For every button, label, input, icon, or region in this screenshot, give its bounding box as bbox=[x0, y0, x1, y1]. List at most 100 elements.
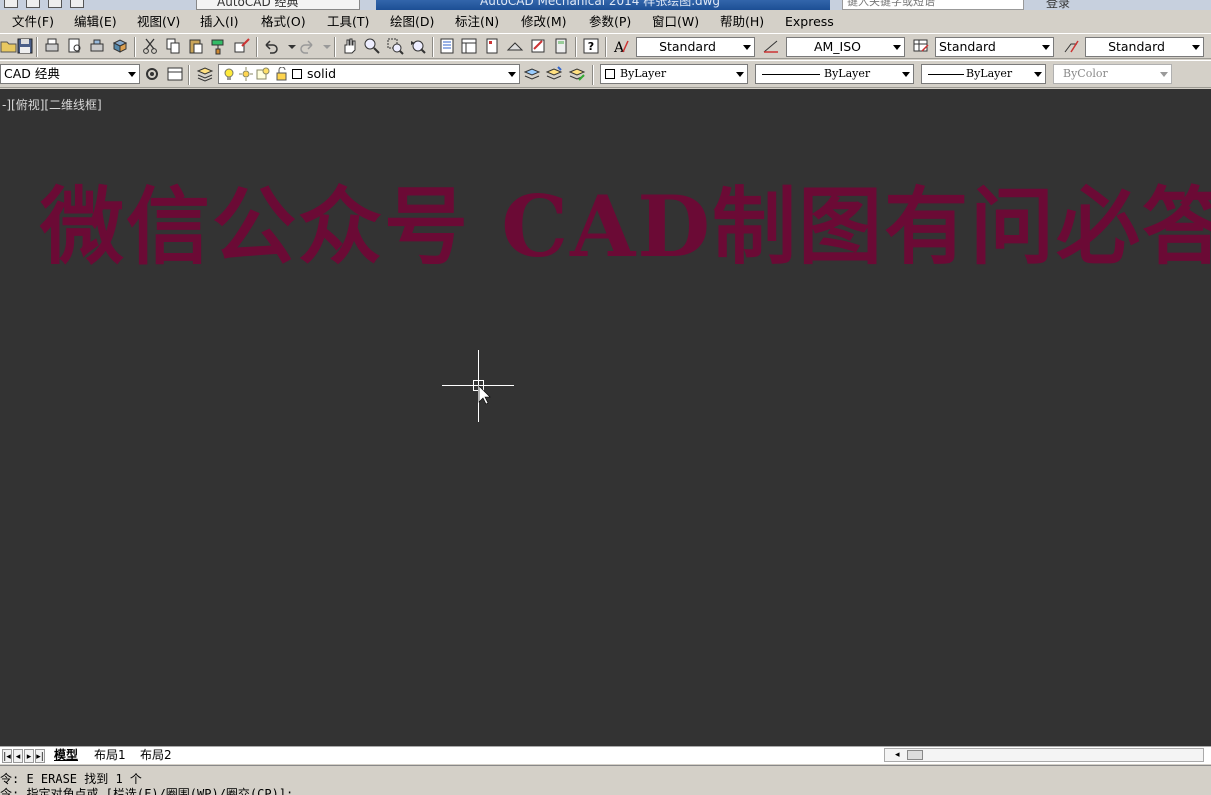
login-link[interactable]: 登录 bbox=[1046, 0, 1070, 10]
menu-tools[interactable]: 工具(T) bbox=[327, 14, 369, 30]
crosshair-cursor bbox=[442, 350, 514, 422]
drawing-canvas[interactable]: -][俯视][二维线框] 微信公众号 CAD制图有问必答 bbox=[0, 89, 1211, 746]
plotstyle-control-select: ByColor bbox=[1053, 64, 1172, 84]
prev-tab-icon[interactable]: ◂ bbox=[13, 749, 23, 763]
viewport-freeze-icon[interactable] bbox=[256, 67, 270, 81]
menu-file[interactable]: 文件(F) bbox=[12, 14, 54, 30]
menu-express[interactable]: Express bbox=[785, 14, 834, 30]
tab-model[interactable]: 模型 bbox=[48, 747, 84, 764]
current-layer-name: solid bbox=[307, 66, 337, 81]
chevron-down-icon[interactable] bbox=[505, 65, 519, 83]
markup-icon[interactable] bbox=[529, 37, 547, 55]
dimension-style-select[interactable]: AM_ISO bbox=[786, 37, 905, 57]
redo-icon[interactable] bbox=[298, 37, 316, 55]
zoom-window-icon[interactable] bbox=[386, 37, 404, 55]
workspace-settings-icon[interactable] bbox=[143, 65, 161, 83]
viewport-controls[interactable]: -][俯视][二维线框] bbox=[2, 96, 102, 113]
menu-insert[interactable]: 插入(I) bbox=[200, 14, 238, 30]
chevron-down-icon[interactable] bbox=[125, 65, 139, 83]
tool-palettes-icon[interactable] bbox=[483, 37, 501, 55]
menu-edit[interactable]: 编辑(E) bbox=[74, 14, 117, 30]
block-editor-icon[interactable] bbox=[233, 37, 251, 55]
plot-preview-icon[interactable] bbox=[66, 37, 84, 55]
menu-bar: 文件(F) 编辑(E) 视图(V) 插入(I) 格式(O) 工具(T) 绘图(D… bbox=[0, 11, 1211, 33]
chevron-down-icon[interactable] bbox=[733, 65, 747, 83]
print-icon[interactable] bbox=[70, 0, 84, 8]
svg-text:?: ? bbox=[588, 40, 594, 53]
quick-access-toolbar[interactable] bbox=[0, 0, 190, 10]
publish-icon[interactable] bbox=[88, 37, 106, 55]
table-style-select[interactable]: Standard bbox=[935, 37, 1054, 57]
plot-icon[interactable] bbox=[43, 37, 61, 55]
scroll-thumb[interactable] bbox=[907, 750, 923, 760]
text-style-select[interactable]: Standard bbox=[636, 37, 755, 57]
search-input[interactable]: 键入关键字或短语 bbox=[842, 0, 1024, 10]
menu-help[interactable]: 帮助(H) bbox=[720, 14, 764, 30]
chevron-down-icon[interactable] bbox=[890, 38, 904, 56]
zoom-previous-icon[interactable] bbox=[409, 37, 427, 55]
table-style-icon[interactable] bbox=[912, 37, 930, 55]
tab-layout2[interactable]: 布局2 bbox=[134, 747, 178, 764]
pan-icon[interactable] bbox=[340, 37, 358, 55]
menu-format[interactable]: 格式(O) bbox=[261, 14, 306, 30]
zoom-realtime-icon[interactable] bbox=[363, 37, 381, 55]
properties-icon[interactable] bbox=[438, 37, 456, 55]
lock-icon[interactable] bbox=[275, 66, 289, 81]
command-line[interactable]: 令: E ERASE 找到 1 个 令: 指定对角点或 [栏选(F)/圈围(WP… bbox=[0, 765, 1211, 795]
design-center-icon[interactable] bbox=[460, 37, 478, 55]
scroll-left-icon[interactable]: ◂ bbox=[895, 749, 900, 761]
menu-modify[interactable]: 修改(M) bbox=[521, 14, 567, 30]
multileader-style-icon[interactable] bbox=[1062, 37, 1080, 55]
save-icon[interactable] bbox=[16, 37, 34, 55]
layer-states-icon[interactable] bbox=[568, 65, 586, 83]
layer-color-swatch bbox=[292, 69, 302, 79]
help-icon[interactable] bbox=[1170, 0, 1206, 10]
menu-view[interactable]: 视图(V) bbox=[137, 14, 180, 30]
watermark-text: 微信公众号 CAD制图有问必答 bbox=[40, 177, 1211, 276]
linetype-control-select[interactable]: ByLayer bbox=[755, 64, 914, 84]
layout-tabs-bar: |◂ ◂ ▸ ▸| 模型 布局1 布局2 ◂ bbox=[0, 746, 1211, 764]
workspace-save-icon[interactable] bbox=[166, 65, 184, 83]
linetype-sample bbox=[762, 74, 820, 75]
copy-icon[interactable] bbox=[164, 37, 182, 55]
open-icon[interactable] bbox=[26, 0, 40, 8]
dimension-style-icon[interactable] bbox=[762, 37, 780, 55]
layer-previous-icon[interactable] bbox=[545, 65, 563, 83]
lineweight-control-select[interactable]: ByLayer bbox=[921, 64, 1046, 84]
chevron-down-icon[interactable] bbox=[1031, 65, 1045, 83]
sun-icon[interactable] bbox=[239, 67, 253, 81]
chevron-down-icon bbox=[1157, 65, 1171, 83]
horizontal-scrollbar[interactable]: ◂ bbox=[884, 748, 1204, 762]
chevron-down-icon[interactable] bbox=[899, 65, 913, 83]
chevron-down-icon[interactable] bbox=[740, 38, 754, 56]
help-icon[interactable]: ? bbox=[582, 37, 600, 55]
tab-layout1[interactable]: 布局1 bbox=[88, 747, 132, 764]
lightbulb-icon[interactable] bbox=[222, 67, 236, 81]
undo-icon[interactable] bbox=[262, 37, 280, 55]
cut-icon[interactable] bbox=[141, 37, 159, 55]
quickcalc-icon[interactable] bbox=[552, 37, 570, 55]
menu-parametric[interactable]: 参数(P) bbox=[589, 14, 631, 30]
make-current-layer-icon[interactable] bbox=[523, 65, 541, 83]
sheet-set-icon[interactable] bbox=[506, 37, 524, 55]
menu-window[interactable]: 窗口(W) bbox=[652, 14, 699, 30]
text-style-icon[interactable]: A bbox=[612, 37, 630, 55]
chevron-down-icon[interactable] bbox=[1039, 38, 1053, 56]
multileader-style-select[interactable]: Standard bbox=[1085, 37, 1204, 57]
workspace-switcher[interactable]: AutoCAD 经典 bbox=[196, 0, 360, 10]
new-icon[interactable] bbox=[4, 0, 18, 8]
menu-dimension[interactable]: 标注(N) bbox=[455, 14, 499, 30]
3d-dwf-icon[interactable] bbox=[111, 37, 129, 55]
chevron-down-icon[interactable] bbox=[1189, 38, 1203, 56]
layer-select[interactable]: solid bbox=[218, 64, 520, 84]
save-icon[interactable] bbox=[48, 0, 62, 8]
next-tab-icon[interactable]: ▸ bbox=[24, 749, 34, 763]
last-tab-icon[interactable]: ▸| bbox=[35, 749, 45, 763]
first-tab-icon[interactable]: |◂ bbox=[2, 749, 12, 763]
menu-draw[interactable]: 绘图(D) bbox=[390, 14, 434, 30]
paste-icon[interactable] bbox=[187, 37, 205, 55]
workspace-select[interactable]: CAD 经典 bbox=[0, 64, 140, 84]
match-properties-icon[interactable] bbox=[210, 37, 228, 55]
layer-properties-icon[interactable] bbox=[196, 65, 214, 83]
color-control-select[interactable]: ByLayer bbox=[600, 64, 748, 84]
